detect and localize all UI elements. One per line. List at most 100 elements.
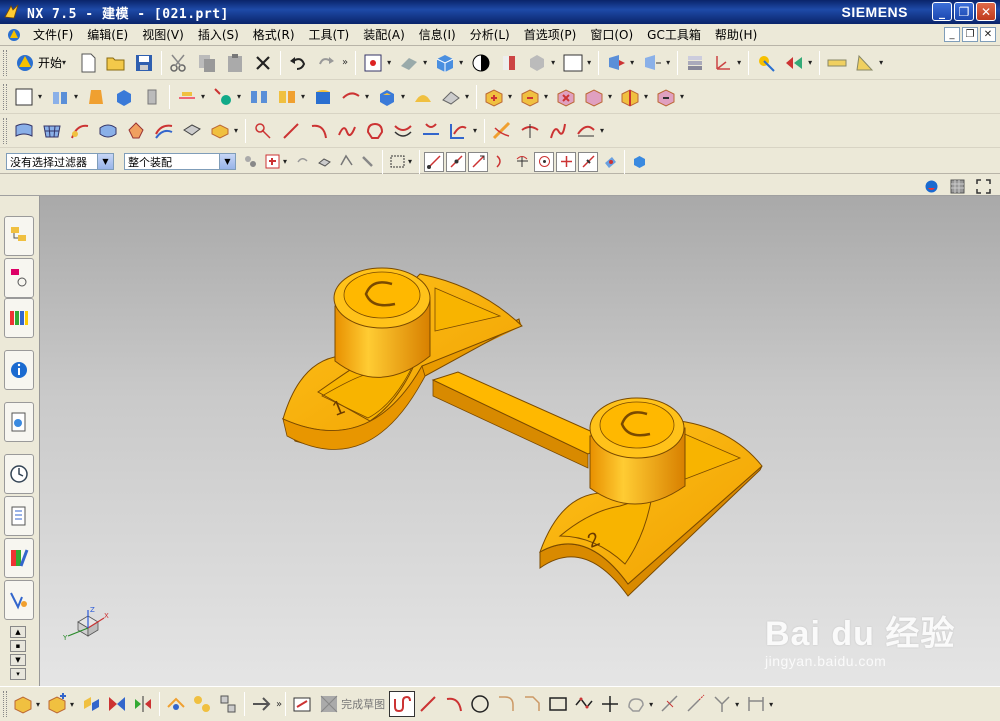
split-button[interactable] [617,84,643,110]
part-1[interactable]: 1 [281,267,523,450]
unite-button[interactable] [481,84,507,110]
snap-point-on-curve-button[interactable] [578,151,598,172]
make-corner-button[interactable] [709,691,735,717]
toolbar-overflow[interactable]: » [342,57,348,68]
bounded-plane-button[interactable] [179,118,205,144]
save-button[interactable] [131,50,157,76]
fullscreen-button[interactable] [973,176,993,196]
section-view-button[interactable] [496,50,522,76]
sketch-offset-button[interactable] [623,691,649,717]
redo-button[interactable] [313,50,339,76]
measure-angle-button[interactable] [852,50,878,76]
toolbar-grip[interactable] [3,691,7,717]
background-button[interactable] [524,50,550,76]
menu-gc-toolkit[interactable]: GC工具箱 [640,26,708,43]
color-button[interactable] [560,50,586,76]
delete-button[interactable] [250,50,276,76]
divide-curve-button[interactable] [545,118,571,144]
through-mesh-button[interactable] [39,118,65,144]
dropdown-arrow[interactable]: ▾ [459,58,467,67]
dropdown-arrow[interactable]: ▾ [70,700,78,709]
profile-button[interactable] [389,691,416,717]
selection-scope-select[interactable]: 整个装配 ▼ [124,153,236,170]
render-style-button[interactable] [396,50,422,76]
dropdown-arrow[interactable]: ▾ [608,92,616,101]
start-button[interactable]: 开始 ▾ [10,50,74,76]
dropdown-arrow[interactable]: ▾ [465,92,473,101]
mirror-assembly-button[interactable] [130,691,156,717]
sketch-line-button[interactable] [415,691,441,717]
grid-button[interactable] [947,176,967,196]
resource-scroll-up[interactable]: ▲ [10,626,26,638]
snap-midpoint-button[interactable] [446,151,466,172]
doc-close-button[interactable]: ✕ [980,27,996,42]
snap-button[interactable] [753,50,779,76]
view-orientation-button[interactable] [432,50,458,76]
assembly-navigator-tab[interactable] [4,216,34,256]
history-tab[interactable] [4,402,34,442]
resource-scroll-end[interactable]: ▾ [10,668,26,680]
sketch-circle-button[interactable] [467,691,493,717]
dropdown-arrow[interactable]: ▾ [234,126,242,135]
feature-button[interactable] [83,84,109,110]
patch-button[interactable] [653,84,679,110]
system-materials-tab[interactable] [4,496,34,536]
rectangle-select-button[interactable] [387,152,407,172]
offset-curve-button[interactable] [390,118,416,144]
display-mode-button[interactable] [468,50,494,76]
dropdown-arrow[interactable]: ▾ [735,700,743,709]
render-button[interactable] [921,176,941,196]
snap-intersection-button[interactable] [490,152,510,172]
dropdown-arrow[interactable]: ▾ [649,700,657,709]
rectangle-curve-button[interactable] [362,118,388,144]
close-button[interactable]: ✕ [976,2,996,21]
finish-sketch-button[interactable]: 完成草图 [319,694,385,714]
toolbar-grip[interactable] [3,117,7,144]
new-button[interactable] [75,50,101,76]
dropdown-arrow[interactable]: ▾ [587,58,595,67]
cylinder-button[interactable] [139,84,165,110]
copy-button[interactable] [194,50,220,76]
nx-menu-icon[interactable] [6,27,22,43]
menu-insert[interactable]: 插入(S) [191,26,246,43]
sketch-rectangle-button[interactable] [545,691,571,717]
dropdown-arrow[interactable]: ▾ [401,92,409,101]
dropdown-arrow[interactable]: ▾ [301,92,309,101]
doc-restore-button[interactable]: ❐ [962,27,978,42]
dropdown-arrow[interactable]: ▾ [551,58,559,67]
menu-assembly[interactable]: 装配(A) [356,26,412,43]
cut-button[interactable] [166,50,192,76]
snap-point-on-face-button[interactable] [600,152,620,172]
toolbar-grip[interactable] [3,49,7,76]
dropdown-arrow[interactable]: ▾ [237,92,245,101]
web-browser-tab[interactable] [4,350,34,390]
minimize-button[interactable]: _ [932,2,952,21]
toolbar-grip[interactable] [3,83,7,110]
snap-existing-point-button[interactable] [556,151,576,172]
dropdown-arrow[interactable]: ▾ [74,92,82,101]
fit-view-button[interactable] [360,50,386,76]
dropdown-arrow[interactable]: ▾ [737,58,745,67]
snap-endpoint-button[interactable] [424,151,444,172]
menu-window[interactable]: 窗口(O) [583,26,640,43]
mirror-button[interactable] [246,84,272,110]
sketch-tool-button[interactable] [289,691,315,717]
dropdown-arrow[interactable]: ▾ [473,126,481,135]
intersection-curve-button[interactable] [446,118,472,144]
move-component-button[interactable] [104,691,130,717]
snap-control-point-button[interactable] [468,151,488,172]
curve-rule-button[interactable] [358,152,378,172]
trim-body-button[interactable] [410,84,436,110]
dropdown-arrow[interactable]: ▾ [408,157,416,166]
snap-quadrant-button[interactable] [534,151,554,172]
exploded-view-button[interactable] [215,691,241,717]
sketch-fillet-button[interactable] [493,691,519,717]
open-button[interactable] [103,50,129,76]
wcs-button[interactable] [710,50,736,76]
menu-tools[interactable]: 工具(T) [302,26,357,43]
sketch-polygon-button[interactable] [571,691,597,717]
general-selection-button[interactable] [240,152,260,172]
dropdown-arrow[interactable]: ▾ [630,58,638,67]
dropdown-arrow[interactable]: ▾ [38,92,46,101]
toolbar-overflow[interactable]: » [276,699,282,710]
